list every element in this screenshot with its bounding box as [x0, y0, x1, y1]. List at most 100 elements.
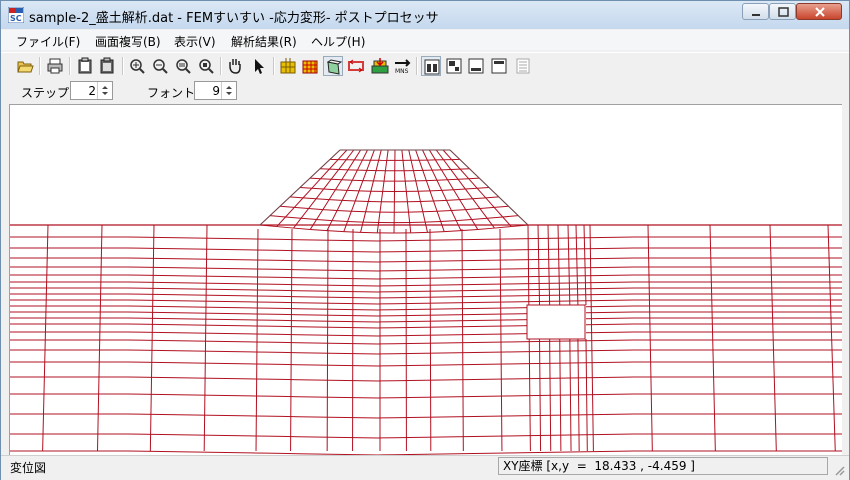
mesh-column-line [537, 224, 541, 306]
print-button[interactable] [45, 56, 65, 76]
embankment-column-line [302, 187, 313, 199]
embankment-column-line [434, 159, 442, 171]
status-bar: 変位図 XY座標 [x,y = 18.433 , -4.459 ] [1, 455, 849, 480]
embankment-row-line [471, 217, 488, 221]
menu-view[interactable]: 表示(V) [174, 33, 216, 50]
embankment-row-line [276, 226, 294, 229]
embankment-column-line [365, 201, 369, 212]
embankment-column-line [375, 160, 380, 171]
menu-screen-copy[interactable]: 画面複写(B) [95, 33, 161, 50]
paste-button[interactable] [97, 56, 117, 76]
embankment-column-line [479, 208, 488, 219]
embankment-column-line [415, 149, 420, 161]
font-spinner[interactable]: 9 [194, 81, 237, 100]
embankment-column-line [426, 159, 433, 171]
embankment-column-line [422, 149, 428, 161]
zoom-fit-button[interactable] [173, 56, 193, 76]
embankment-column-line [433, 200, 438, 212]
maximize-button[interactable] [769, 3, 796, 20]
menu-help[interactable]: ヘルプ(H) [311, 33, 365, 50]
embankment-column-line [361, 149, 368, 161]
embankment-row-line [343, 231, 361, 233]
embankment-outline [259, 149, 341, 226]
font-value[interactable]: 9 [212, 84, 220, 98]
zoom-window-button[interactable] [196, 56, 216, 76]
embankment-column-line [476, 187, 487, 199]
dimension-button[interactable] [346, 56, 366, 76]
window-view-icon [491, 58, 507, 74]
view-mode-4-button[interactable] [489, 56, 509, 76]
mesh-column-line [709, 224, 716, 452]
embankment-column-line [412, 170, 417, 182]
view-mode-3-button[interactable] [466, 56, 486, 76]
spin-arrows-icon [102, 86, 108, 95]
embankment-row-line [285, 216, 302, 219]
view-mode-2-button[interactable] [444, 56, 464, 76]
displacement-button[interactable] [323, 56, 343, 76]
mesh-red-button[interactable] [300, 56, 320, 76]
menu-analysis-results[interactable]: 解析結果(R) [231, 33, 297, 50]
embankment-column-line [346, 180, 353, 191]
font-spinner-arrows[interactable] [221, 82, 236, 99]
pan-button[interactable] [225, 56, 245, 76]
list-view-button[interactable] [513, 56, 533, 76]
mesh-column-line [567, 224, 571, 306]
pointer-icon [255, 59, 264, 74]
zoom-in-icon [130, 59, 145, 74]
embankment-column-line [330, 169, 340, 180]
title-bar[interactable]: SC sample-2_盛土解析.dat - FEMすいすい -応力変形- ポス… [1, 1, 849, 29]
embankment-column-line [422, 211, 426, 223]
embankment-column-line [424, 221, 428, 233]
menu-file[interactable]: ファイル(F) [16, 33, 80, 50]
embankment-row-line [422, 210, 438, 213]
resize-grip-icon[interactable] [833, 464, 845, 476]
mesh-column-line [827, 224, 836, 452]
close-button[interactable] [796, 3, 842, 20]
select-button[interactable] [249, 56, 269, 76]
minimize-button[interactable] [742, 3, 769, 20]
embankment-column-line [493, 207, 504, 218]
embankment-column-line [362, 170, 368, 181]
copy-button[interactable] [75, 56, 95, 76]
contour-button[interactable] [370, 56, 390, 76]
status-view-name: 変位図 [10, 461, 47, 475]
step-spinner-arrows[interactable] [97, 82, 112, 99]
close-icon [815, 7, 825, 17]
embankment-column-line [337, 149, 348, 160]
embankment-column-line [376, 222, 380, 233]
embankment-row-line [300, 217, 317, 221]
embankment-row-line [335, 189, 348, 191]
mesh-column-line [547, 224, 551, 306]
mesh-button[interactable] [278, 56, 298, 76]
embankment-column-line [300, 208, 309, 219]
embankment-column-line [409, 222, 412, 233]
embankment-column-line [440, 221, 445, 232]
embankment-column-line [425, 180, 431, 191]
mesh-column-line [769, 224, 777, 452]
menu-bar: ファイル(F) 画面複写(B) 表示(V) 解析結果(R) ヘルプ(H) [1, 30, 849, 50]
embankment-column-line [457, 178, 466, 190]
step-spinner[interactable]: 2 [70, 81, 113, 100]
embankment-row-line [316, 219, 333, 222]
mesh-canvas[interactable] [9, 104, 842, 455]
zoom-in-button[interactable] [127, 56, 147, 76]
embankment-column-line [384, 160, 388, 171]
embankment-row-line [479, 206, 495, 210]
embankment-row-line [451, 209, 466, 211]
embankment-row-line [485, 196, 499, 199]
embankment-column-line [311, 178, 321, 189]
embankment-row-line [351, 210, 366, 213]
embankment-row-line [293, 227, 311, 230]
open-button[interactable] [15, 56, 35, 76]
embankment-row-line [468, 177, 480, 180]
zoom-out-button[interactable] [150, 56, 170, 76]
embankment-column-line [408, 212, 411, 223]
embankment-row-line [502, 215, 519, 218]
embankment-column-line [347, 159, 355, 171]
mns-icon: MNS [395, 59, 411, 75]
embankment-column-line [320, 168, 330, 180]
mns-button[interactable]: MNS [392, 56, 412, 76]
view-mode-1-button[interactable] [421, 56, 441, 76]
step-value[interactable]: 2 [88, 84, 96, 98]
embankment-column-line [341, 169, 349, 181]
